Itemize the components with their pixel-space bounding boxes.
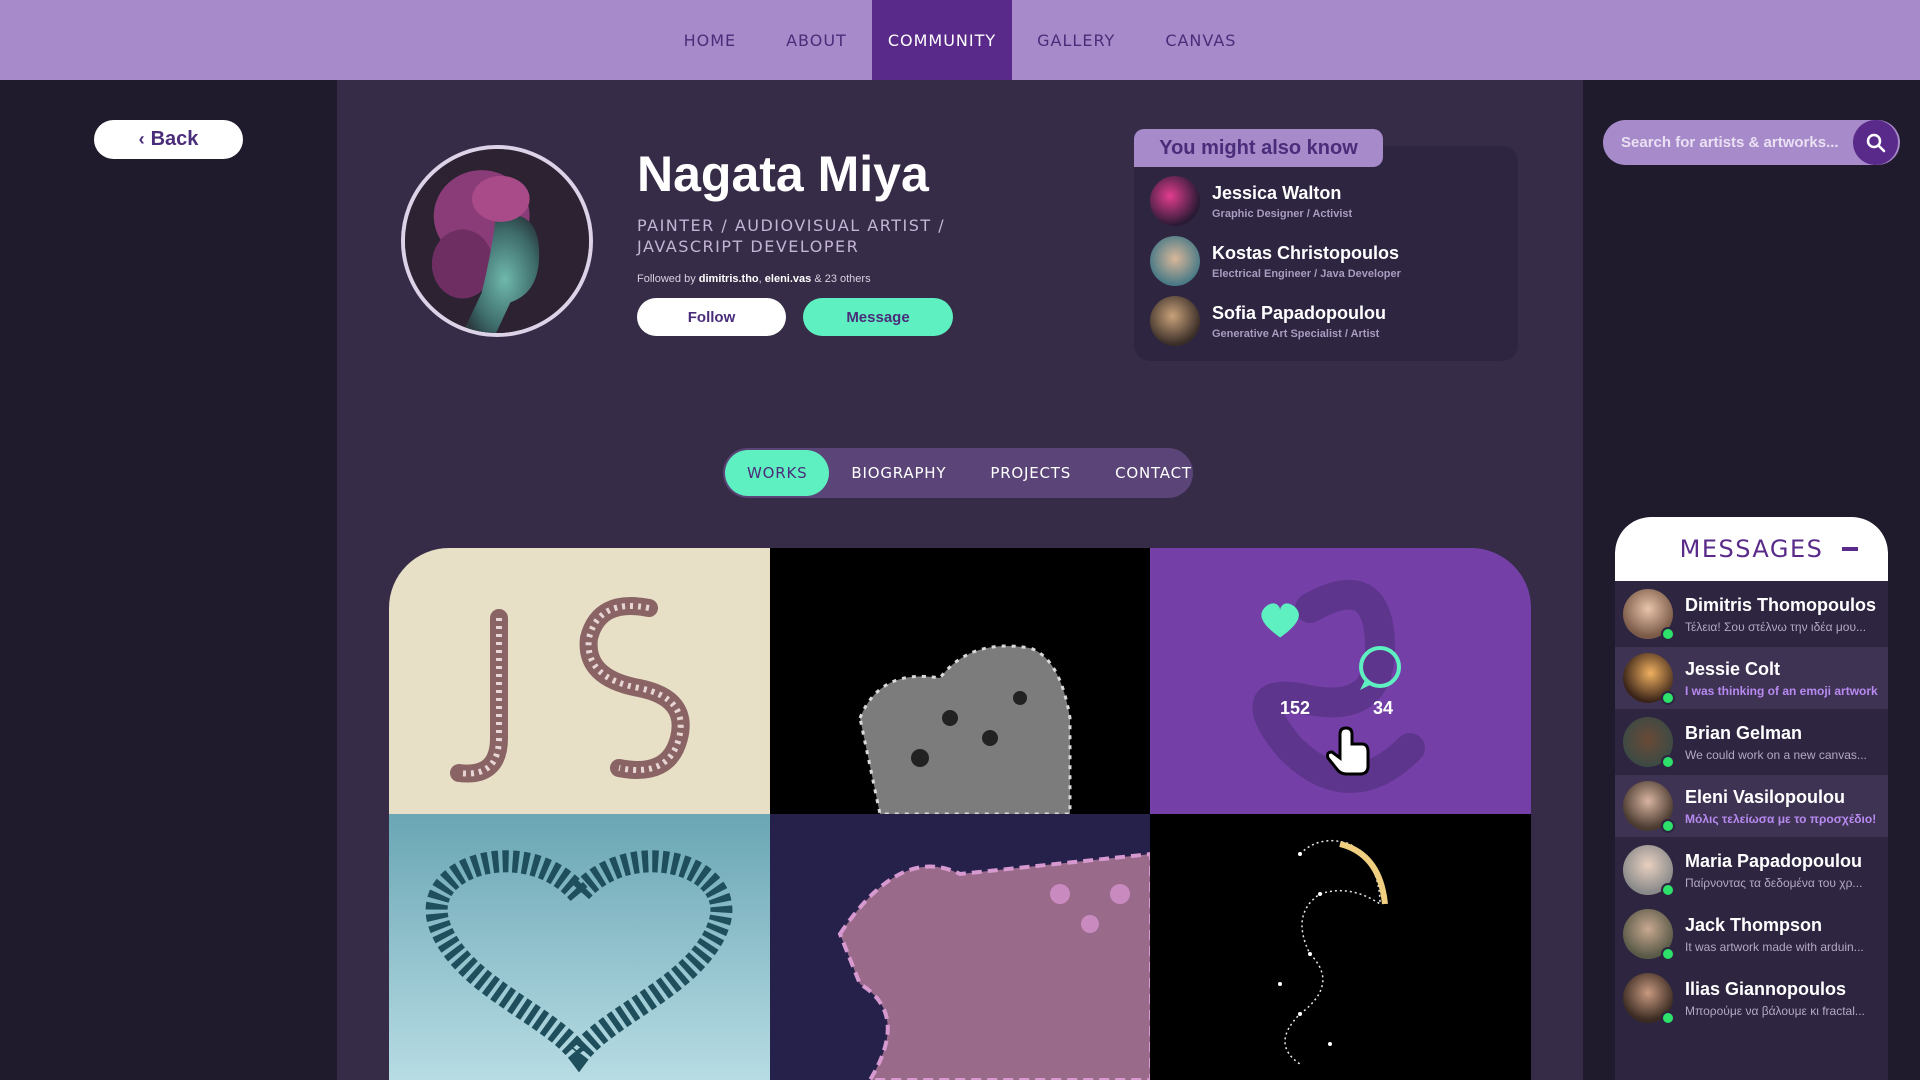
avatar — [1623, 781, 1675, 833]
followed-prefix: Followed by — [637, 273, 696, 285]
nav-about[interactable]: ABOUT — [770, 0, 863, 80]
avatar — [1623, 653, 1675, 705]
search-icon — [1866, 133, 1885, 152]
follower-link-1[interactable]: dimitris.tho — [699, 273, 759, 285]
thread-name: Brian Gelman — [1685, 722, 1803, 743]
avatar — [1623, 845, 1675, 897]
online-indicator — [1661, 691, 1675, 705]
avatar — [1150, 176, 1200, 226]
thread-name: Jack Thompson — [1685, 914, 1823, 935]
avatar — [1623, 909, 1675, 961]
profile-avatar — [401, 145, 593, 337]
thread-name: Ilias Giannopoulos — [1685, 978, 1847, 999]
avatar — [1150, 236, 1200, 286]
nav-canvas[interactable]: CANVAS — [1149, 0, 1252, 80]
suggested-person[interactable]: Jessica Walton Graphic Designer / Activi… — [1150, 175, 1510, 227]
might-know-title: You might also know — [1134, 129, 1383, 167]
suggested-person[interactable]: Kostas Christopoulos Electrical Engineer… — [1150, 235, 1510, 287]
artwork-tile[interactable] — [770, 814, 1151, 1080]
suggested-role: Generative Art Specialist / Artist — [1212, 327, 1380, 340]
messages-panel: MESSAGES Dimitris Thomopoulos Τέλεια! Σο… — [1615, 517, 1888, 1080]
works-gallery: 152 34 — [389, 548, 1531, 1080]
message-thread[interactable]: Jessie Colt I was thinking of an emoji a… — [1615, 647, 1888, 709]
thread-preview: Παίρνοντας τα δεδομένα του χρ... — [1685, 875, 1863, 890]
nav-gallery[interactable]: GALLERY — [1021, 0, 1131, 80]
search-input[interactable] — [1621, 120, 1851, 165]
search-button[interactable] — [1853, 120, 1898, 165]
message-button[interactable]: Message — [803, 298, 953, 336]
top-navigation: HOME ABOUT COMMUNITY GALLERY CANVAS — [0, 0, 1920, 80]
follow-button[interactable]: Follow — [637, 298, 786, 336]
online-indicator — [1661, 755, 1675, 769]
online-indicator — [1661, 947, 1675, 961]
thread-preview: Τέλεια! Σου στέλνω την ιδέα μου... — [1685, 619, 1867, 634]
artwork-tile-hovered[interactable]: 152 34 — [1150, 548, 1531, 814]
thread-name: Jessie Colt — [1685, 658, 1781, 679]
thread-preview: Μόλις τελείωσα με το προσχέδιο! — [1685, 811, 1877, 826]
tab-contact[interactable]: CONTACT — [1093, 450, 1214, 496]
tab-biography[interactable]: BIOGRAPHY — [829, 450, 968, 496]
message-thread[interactable]: Ilias Giannopoulos Μπορούμε να βάλουμε κ… — [1615, 967, 1888, 1029]
nav-home[interactable]: HOME — [668, 0, 753, 80]
back-button[interactable]: ‹ Back — [94, 120, 243, 159]
messages-title: MESSAGES — [1679, 535, 1824, 563]
thread-preview: We could work on a new canvas... — [1685, 747, 1867, 762]
followed-by-text: Followed by dimitris.tho, eleni.vas & 23… — [637, 273, 871, 285]
suggested-name: Jessica Walton — [1212, 182, 1342, 203]
online-indicator — [1661, 627, 1675, 641]
thread-preview: I was thinking of an emoji artwork — [1685, 683, 1878, 698]
followed-suffix: & 23 others — [814, 273, 871, 285]
thread-name: Maria Papadopoulou — [1685, 850, 1863, 871]
suggested-person[interactable]: Sofia Papadopoulou Generative Art Specia… — [1150, 295, 1510, 347]
thread-preview: It was artwork made with arduin... — [1685, 939, 1864, 954]
profile-role: PAINTER / AUDIOVISUAL ARTIST / JAVASCRIP… — [637, 216, 946, 256]
artwork-tile[interactable] — [389, 814, 770, 1080]
chevron-left-icon: ‹ — [138, 129, 145, 149]
artwork-tile[interactable] — [1150, 814, 1531, 1080]
message-thread[interactable]: Maria Papadopoulou Παίρνοντας τα δεδομέν… — [1615, 839, 1888, 901]
suggested-name: Sofia Papadopoulou — [1212, 302, 1386, 323]
follower-link-2[interactable]: eleni.vas — [765, 273, 811, 285]
profile-name: Nagata Miya — [637, 146, 929, 202]
profile-tabs: WORKS BIOGRAPHY PROJECTS CONTACT — [723, 448, 1193, 498]
tab-works[interactable]: WORKS — [725, 450, 830, 496]
message-thread[interactable]: Eleni Vasilopoulou Μόλις τελείωσα με το … — [1615, 775, 1888, 837]
message-thread[interactable]: Brian Gelman We could work on a new canv… — [1615, 711, 1888, 773]
online-indicator — [1661, 883, 1675, 897]
artwork-tile[interactable] — [389, 548, 770, 814]
thread-name: Dimitris Thomopoulos — [1685, 594, 1876, 615]
nav-community[interactable]: COMMUNITY — [871, 0, 1013, 80]
avatar — [1623, 589, 1675, 641]
thread-preview: Μπορούμε να βάλουμε κι fractal... — [1685, 1003, 1865, 1018]
online-indicator — [1661, 1011, 1675, 1025]
comments-count: 34 — [1372, 698, 1394, 718]
minimize-icon[interactable] — [1842, 547, 1858, 551]
message-thread[interactable]: Dimitris Thomopoulos Τέλεια! Σου στέλνω … — [1615, 583, 1888, 645]
suggested-role: Electrical Engineer / Java Developer — [1212, 267, 1401, 280]
thread-name: Eleni Vasilopoulou — [1685, 786, 1846, 807]
suggested-name: Kostas Christopoulos — [1212, 242, 1400, 263]
online-indicator — [1661, 819, 1675, 833]
suggested-role: Graphic Designer / Activist — [1212, 207, 1353, 220]
likes-count: 152 — [1279, 698, 1311, 718]
avatar — [1150, 296, 1200, 346]
message-thread[interactable]: Jack Thompson It was artwork made with a… — [1615, 903, 1888, 965]
avatar — [1623, 973, 1675, 1025]
messages-header: MESSAGES — [1615, 517, 1888, 581]
tab-projects[interactable]: PROJECTS — [968, 450, 1093, 496]
avatar — [1623, 717, 1675, 769]
back-label: Back — [150, 128, 199, 150]
artwork-tile[interactable] — [770, 548, 1151, 814]
